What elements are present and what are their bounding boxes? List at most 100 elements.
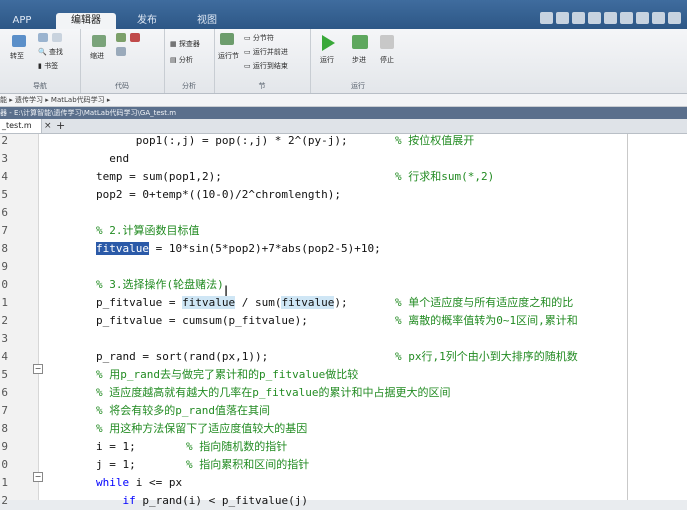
run-section-icon[interactable] bbox=[220, 33, 234, 45]
profiler-button[interactable]: ▦ 探查器 bbox=[170, 39, 200, 49]
tab-view[interactable]: 视图 bbox=[182, 13, 232, 29]
code-text: end bbox=[96, 152, 130, 165]
code-line[interactable]: 7 % 将会有较多的p_rand值落在其间 bbox=[0, 402, 687, 420]
forward-icon[interactable] bbox=[52, 33, 62, 42]
code-line[interactable]: 9 bbox=[0, 258, 687, 276]
run-section-button[interactable]: 运行节 bbox=[218, 51, 239, 61]
fold-toggle-icon[interactable]: − bbox=[33, 472, 43, 482]
line-number: 1 bbox=[1, 296, 8, 309]
comment-icon[interactable] bbox=[116, 33, 126, 42]
code-line[interactable]: 5 % 用p_rand去与做完了累计和的p_fitvalue做比较 bbox=[0, 366, 687, 384]
indent-button[interactable]: 缩进 bbox=[90, 51, 104, 61]
code-line[interactable]: 8 % 用这种方法保留下了适应度值较大的基因 bbox=[0, 420, 687, 438]
code-line[interactable]: 6 bbox=[0, 204, 687, 222]
code-line[interactable]: 3 bbox=[0, 330, 687, 348]
breadcrumb[interactable]: 能 ▸ 遗传学习 ▸ MatLab代码学习 ▸ bbox=[0, 94, 687, 107]
code-text: if p_rand(i) < p_fitvalue(j) bbox=[122, 494, 308, 507]
help-icon[interactable] bbox=[652, 12, 665, 24]
line-number: 2 bbox=[1, 314, 8, 327]
section-break-button[interactable]: ▭ 分节符 bbox=[244, 33, 274, 43]
nav-group-label: 导航 bbox=[33, 82, 47, 90]
undo-icon[interactable] bbox=[604, 12, 617, 24]
tab-editor[interactable]: 编辑器 bbox=[56, 13, 116, 29]
file-tab[interactable]: _test.m bbox=[0, 119, 42, 133]
step-button[interactable]: 步进 bbox=[352, 55, 366, 65]
code-text: pop1(:,j) = pop(:,j) * 2^(py-j); bbox=[96, 134, 348, 147]
line-number: 0 bbox=[1, 458, 8, 471]
code-line[interactable]: 8 fitvalue = 10*sin(5*pop2)+7*abs(pop2-5)… bbox=[0, 240, 687, 258]
close-icon[interactable]: × bbox=[44, 119, 52, 133]
wrap-icon[interactable] bbox=[116, 47, 126, 56]
line-number: 0 bbox=[1, 278, 8, 291]
code-line[interactable]: 2 pop1(:,j) = pop(:,j) * 2^(py-j); % 按位权值… bbox=[0, 132, 687, 150]
switch-window-icon[interactable] bbox=[636, 12, 649, 24]
code-line[interactable]: 2 if p_rand(i) < p_fitvalue(j) bbox=[0, 492, 687, 510]
code-comment: % 行求和sum(*,2) bbox=[395, 170, 495, 183]
code-line[interactable]: 9 i = 1; % 指向随机数的指针 bbox=[0, 438, 687, 456]
fold-toggle-icon[interactable]: − bbox=[33, 364, 43, 374]
run-button[interactable]: 运行 bbox=[320, 55, 334, 65]
code-comment: % 按位权值展开 bbox=[395, 134, 475, 147]
code-line[interactable]: 4 temp = sum(pop1,2); % 行求和sum(*,2) bbox=[0, 168, 687, 186]
code-comment: % 离散的概率值转为0~1区间,累计和 bbox=[395, 314, 578, 327]
stop-icon[interactable] bbox=[380, 35, 394, 49]
insert-icon[interactable] bbox=[92, 35, 106, 47]
run-icon[interactable] bbox=[322, 35, 335, 51]
goto-icon bbox=[12, 35, 26, 47]
code-line[interactable]: 3 end bbox=[0, 150, 687, 168]
code-line[interactable]: 1 while i <= px bbox=[0, 474, 687, 492]
code-line[interactable]: 7 % 2.计算函数目标值 bbox=[0, 222, 687, 240]
title-bar: APP 编辑器 发布 视图 bbox=[0, 0, 687, 29]
code-line[interactable]: 5 pop2 = 0+temp*((10-0)/2^chromlength); bbox=[0, 186, 687, 204]
line-number: 6 bbox=[1, 206, 8, 219]
line-number: 3 bbox=[1, 332, 8, 345]
line-number: 4 bbox=[1, 170, 8, 183]
code-comment: % 适应度越高就有越大的几率在p_fitvalue的累计和中占据更大的区间 bbox=[96, 386, 451, 399]
line-number: 8 bbox=[1, 242, 8, 255]
line-number: 9 bbox=[1, 260, 8, 273]
code-line[interactable]: 2 p_fitvalue = cumsum(p_fitvalue); % 离散的概率… bbox=[0, 312, 687, 330]
code-line[interactable]: 1 p_fitvalue = fitvalue / sum(fitvalue);%… bbox=[0, 294, 687, 312]
line-number: 6 bbox=[1, 386, 8, 399]
run-advance-button[interactable]: ▭ 运行并前进 bbox=[244, 47, 288, 57]
back-icon[interactable] bbox=[38, 33, 48, 42]
code-editor[interactable]: 2 pop1(:,j) = pop(:,j) * 2^(py-j); % 按位权值… bbox=[0, 132, 687, 507]
paste-icon[interactable] bbox=[588, 12, 601, 24]
save-icon[interactable] bbox=[540, 12, 553, 24]
code-line[interactable]: 4 p_rand = sort(rand(px,1)); % px行,1列个由小到大… bbox=[0, 348, 687, 366]
redo-icon[interactable] bbox=[620, 12, 633, 24]
code-text: while i <= px bbox=[96, 476, 183, 489]
code-line[interactable]: 6 % 适应度越高就有越大的几率在p_fitvalue的累计和中占据更大的区间 bbox=[0, 384, 687, 402]
step-icon[interactable] bbox=[352, 35, 368, 49]
code-comment: % 3.选择操作(轮盘赌法) bbox=[96, 278, 224, 291]
section-break-label: 分节符 bbox=[252, 34, 274, 42]
goto-button[interactable]: 转至 bbox=[10, 51, 24, 61]
code-comment: % 指向随机数的指针 bbox=[186, 440, 288, 453]
copy-icon[interactable] bbox=[572, 12, 585, 24]
analyze-label: 分析 bbox=[178, 56, 193, 64]
code-text: temp = sum(pop1,2); bbox=[96, 170, 222, 183]
stop-button[interactable]: 停止 bbox=[380, 55, 394, 65]
code-line[interactable]: 0 % 3.选择操作(轮盘赌法) bbox=[0, 276, 687, 294]
ribbon-toolbar: 转至 🔍 查找 ▮ 书签 导航 缩进 代码 ▦ 探查器 ▤ 分析 分析 运行节 … bbox=[0, 29, 687, 94]
analyze-button[interactable]: ▤ 分析 bbox=[170, 55, 193, 65]
code-line[interactable]: 0 j = 1; % 指向累积和区间的指针 bbox=[0, 456, 687, 474]
tab-app[interactable]: APP bbox=[2, 13, 42, 29]
code-text: p_rand = sort(rand(px,1)); bbox=[96, 350, 269, 363]
tab-publish[interactable]: 发布 bbox=[122, 13, 172, 29]
cut-icon[interactable] bbox=[556, 12, 569, 24]
code-group: 缩进 代码 bbox=[80, 29, 165, 93]
bookmark-button[interactable]: ▮ 书签 bbox=[38, 61, 58, 71]
run-to-end-button[interactable]: ▭ 运行到结束 bbox=[244, 61, 288, 71]
find-button[interactable]: 🔍 查找 bbox=[38, 47, 63, 57]
code-comment: % 指向累积和区间的指针 bbox=[186, 458, 310, 471]
code-text: j = 1; bbox=[96, 458, 136, 471]
add-tab-icon[interactable]: + bbox=[56, 119, 65, 133]
fx-icon[interactable] bbox=[130, 33, 140, 42]
line-number: 1 bbox=[1, 476, 8, 489]
code-text: p_fitvalue = fitvalue / sum(fitvalue); bbox=[96, 296, 348, 309]
code-text: i = 1; bbox=[96, 440, 136, 453]
more-icon[interactable] bbox=[668, 12, 681, 24]
run-group: 运行 步进 停止 运行 bbox=[310, 29, 406, 93]
line-number: 3 bbox=[1, 152, 8, 165]
